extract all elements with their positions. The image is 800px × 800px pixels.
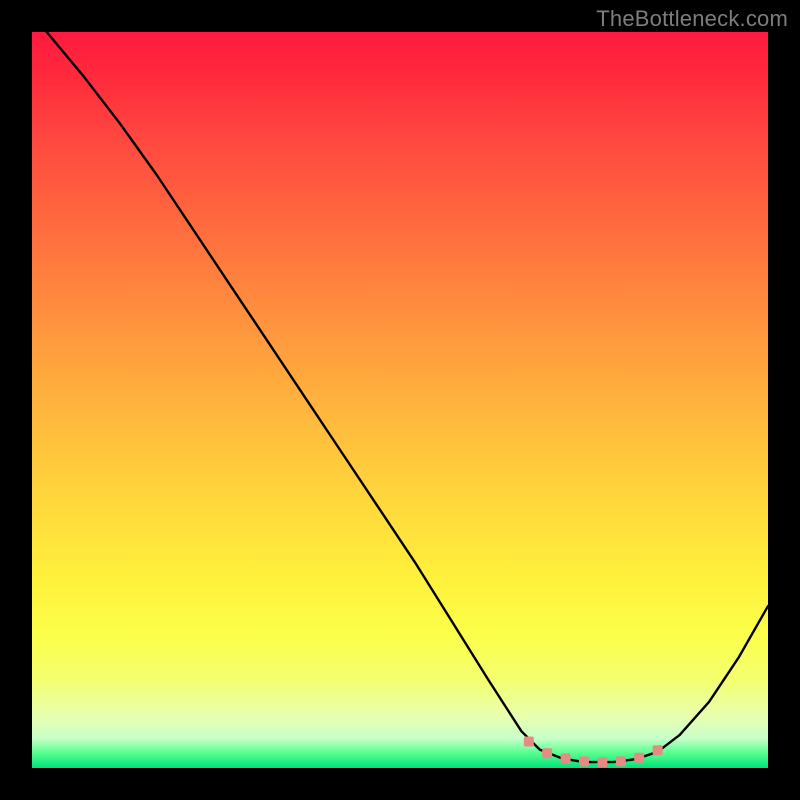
- trough-marker: [653, 745, 663, 755]
- trough-marker: [634, 753, 644, 763]
- trough-marker: [616, 756, 626, 766]
- trough-marker: [579, 756, 589, 766]
- trough-marker: [597, 757, 607, 767]
- chart-frame: TheBottleneck.com: [0, 0, 800, 800]
- bottleneck-plot-area: [32, 32, 768, 768]
- trough-marker: [524, 737, 534, 747]
- bottleneck-curve-svg: [32, 32, 768, 768]
- bottleneck-curve: [47, 32, 768, 762]
- trough-marker: [542, 748, 552, 758]
- watermark-text: TheBottleneck.com: [596, 6, 788, 32]
- trough-marker: [561, 753, 571, 763]
